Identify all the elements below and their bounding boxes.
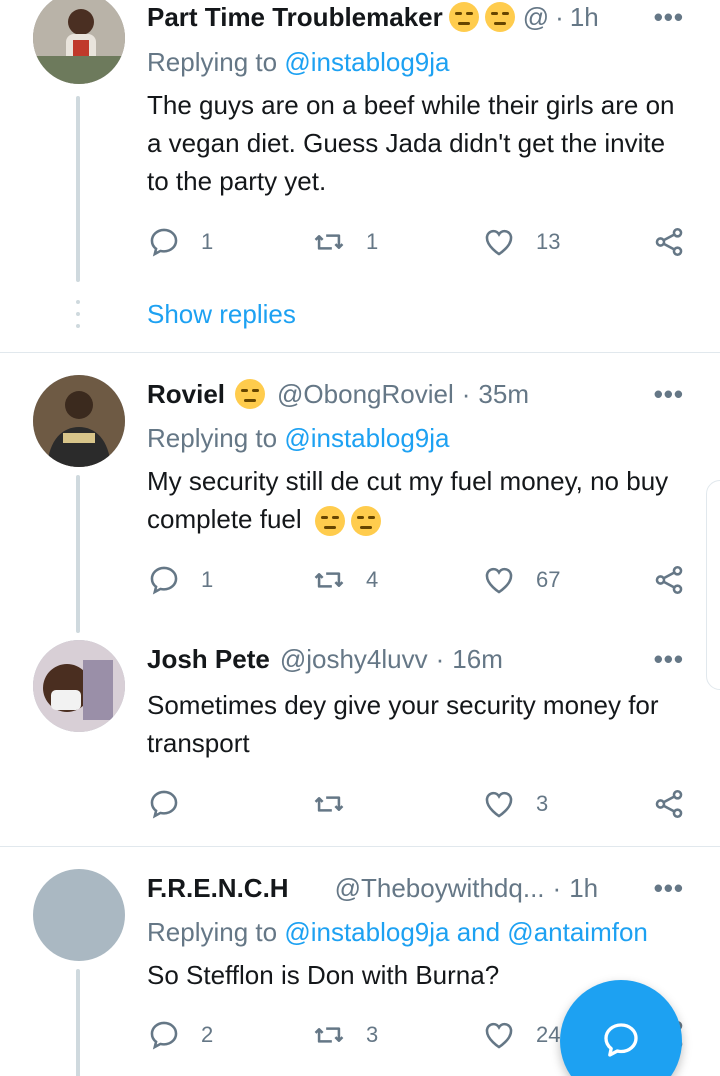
- retweet-button[interactable]: 1: [312, 222, 378, 262]
- replying-to: Replying to @instablog9ja: [147, 423, 449, 454]
- thread-line: [76, 96, 80, 282]
- display-name[interactable]: Part Time Troublemaker: [147, 2, 443, 33]
- reply-count: 1: [201, 567, 214, 592]
- tweet-text: My security still de cut my fuel money, …: [147, 462, 692, 538]
- retweet-button[interactable]: [312, 784, 366, 824]
- avatar[interactable]: [33, 375, 125, 467]
- tweet-2[interactable]: Roviel @ObongRoviel · 35m ••• Replying t…: [0, 353, 720, 633]
- replying-label: Replying to: [147, 423, 278, 453]
- more-options-icon[interactable]: •••: [654, 873, 684, 904]
- separator-dot: ·: [552, 872, 562, 903]
- like-button[interactable]: 13: [482, 222, 560, 262]
- show-replies-link[interactable]: Show replies: [147, 299, 296, 330]
- replying-to-link[interactable]: @instablog9ja: [284, 47, 449, 77]
- heart-icon: [485, 229, 513, 256]
- tweet-header: Roviel @ObongRoviel · 35m: [147, 374, 700, 414]
- timestamp[interactable]: 35m: [478, 379, 529, 410]
- heart-icon: [485, 1022, 513, 1049]
- tweet-text: Sometimes dey give your security money f…: [147, 690, 659, 758]
- avatar[interactable]: [33, 640, 125, 732]
- retweet-icon: [314, 796, 344, 812]
- separator-dot: ·: [555, 1, 564, 32]
- confounded-face-emoji-icon: [314, 506, 345, 537]
- like-count: 24: [536, 1022, 561, 1047]
- reply-count: 1: [201, 229, 214, 254]
- display-name[interactable]: F.R.E.N.C.H: [147, 873, 289, 904]
- retweet-button[interactable]: 4: [312, 560, 378, 600]
- share-button[interactable]: [652, 560, 686, 600]
- share-button[interactable]: [652, 222, 686, 262]
- unamused-face-emoji-icon: [448, 2, 479, 32]
- retweet-button[interactable]: 3: [312, 1015, 378, 1055]
- display-name[interactable]: Josh Pete: [147, 644, 270, 675]
- retweet-count: 1: [366, 229, 379, 254]
- more-options-icon[interactable]: •••: [654, 2, 684, 33]
- tweet-text-content: My security still de cut my fuel money, …: [147, 466, 669, 534]
- more-options-icon[interactable]: •••: [654, 379, 684, 410]
- handle[interactable]: @: [523, 2, 549, 33]
- reply-icon: [150, 790, 178, 819]
- share-icon: [655, 227, 683, 257]
- thread-dots: [76, 300, 80, 336]
- like-count: 13: [536, 229, 561, 254]
- avatar[interactable]: [33, 869, 125, 961]
- confounded-face-emoji-icon: [350, 506, 381, 537]
- tweet-header: Part Time Troublemaker @ · 1h: [147, 0, 700, 37]
- replying-to: Replying to @instablog9ja: [147, 47, 449, 78]
- separator-dot: ·: [435, 643, 445, 674]
- more-options-icon[interactable]: •••: [654, 644, 684, 675]
- retweet-count: 3: [366, 1022, 379, 1047]
- thread-line: [76, 969, 80, 1076]
- reply-count: 2: [201, 1022, 214, 1047]
- share-icon: [655, 565, 683, 595]
- share-button[interactable]: [652, 784, 686, 824]
- share-icon: [655, 789, 683, 819]
- tweet-actions: 3: [147, 784, 692, 824]
- retweet-count: 4: [366, 567, 379, 592]
- replying-to-link[interactable]: @instablog9ja: [284, 423, 449, 453]
- chat-bubble-icon: [604, 1023, 638, 1057]
- tweet-1[interactable]: Part Time Troublemaker @ · 1h ••• Replyi…: [0, 0, 720, 352]
- heart-icon: [485, 791, 513, 818]
- like-button[interactable]: 3: [482, 784, 548, 824]
- offscreen-card-edge: [706, 480, 720, 690]
- smirking-face-emoji-icon: [235, 379, 266, 409]
- avatar[interactable]: [33, 0, 125, 84]
- like-count: 3: [536, 791, 549, 816]
- reply-button[interactable]: 2: [147, 1015, 213, 1055]
- timestamp[interactable]: 16m: [452, 644, 503, 675]
- tweet-header: F.R.E.N.C.H @Theboywithdq... · 1h: [147, 868, 700, 908]
- retweet-icon: [314, 572, 344, 588]
- retweet-icon: [314, 1027, 344, 1043]
- replying-label: Replying to: [147, 47, 278, 77]
- separator-dot: ·: [461, 378, 471, 409]
- heart-icon: [485, 567, 513, 594]
- handle[interactable]: @ObongRoviel: [277, 379, 454, 410]
- replying-label: Replying to: [147, 917, 278, 947]
- reply-icon: [150, 1021, 178, 1050]
- display-name[interactable]: Roviel: [147, 379, 225, 410]
- retweet-icon: [314, 234, 344, 250]
- handle[interactable]: @Theboywithdq...: [335, 873, 545, 904]
- like-count: 67: [536, 567, 561, 592]
- replying-to: Replying to @instablog9ja and @antaimfon: [147, 917, 648, 948]
- tweet-3[interactable]: Josh Pete @joshy4luvv · 16m ••• Sometime…: [0, 618, 720, 846]
- reply-icon: [150, 228, 178, 257]
- timestamp[interactable]: 1h: [570, 2, 599, 33]
- like-button[interactable]: 24: [482, 1015, 560, 1055]
- timestamp[interactable]: 1h: [569, 873, 598, 904]
- reply-icon: [150, 566, 178, 595]
- tweet-actions: 1 1 13: [147, 222, 692, 262]
- reply-button[interactable]: 1: [147, 560, 213, 600]
- tweet-text: The guys are on a beef while their girls…: [147, 90, 675, 196]
- reply-button[interactable]: [147, 784, 201, 824]
- tweet-actions: 1 4 67: [147, 560, 692, 600]
- reply-button[interactable]: 1: [147, 222, 213, 262]
- replying-to-link[interactable]: @instablog9ja and @antaimfon: [284, 917, 648, 947]
- tweet-header: Josh Pete @joshy4luvv · 16m: [147, 639, 700, 679]
- handle[interactable]: @joshy4luvv: [280, 644, 428, 675]
- like-button[interactable]: 67: [482, 560, 560, 600]
- smirking-face-emoji-icon: [484, 2, 515, 32]
- thread-line: [76, 475, 80, 633]
